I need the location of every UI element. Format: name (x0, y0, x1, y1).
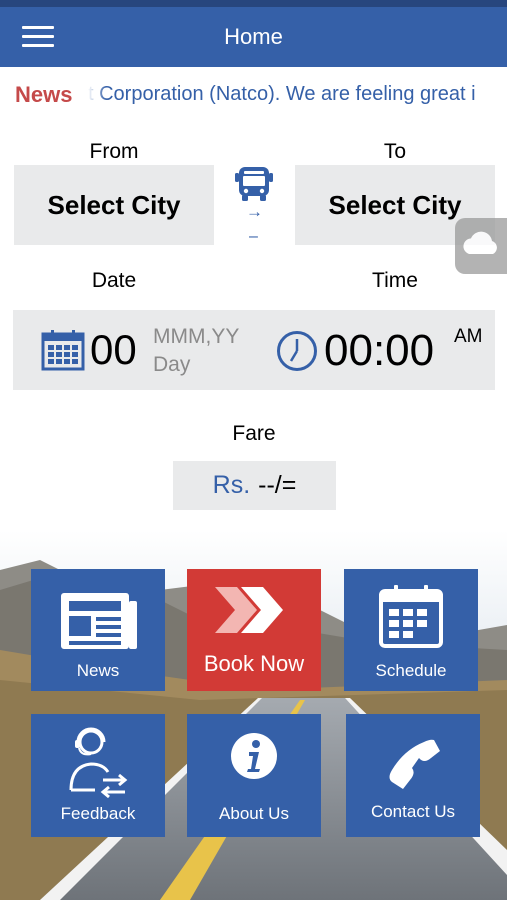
phone-icon (389, 739, 440, 789)
fare-value: --/= (258, 471, 297, 499)
to-label: To (383, 140, 407, 163)
app-header: Home (0, 7, 507, 67)
menu-icon[interactable] (22, 24, 54, 50)
swap-arrow-icon: → (246, 202, 263, 221)
date-weekday[interactable]: Day (153, 353, 190, 377)
news-label: News (15, 82, 73, 107)
about-us-tile-label: About Us (219, 804, 289, 823)
fare-label: Fare (232, 422, 276, 445)
date-month-year[interactable]: MMM,YY (153, 325, 239, 349)
feedback-tile[interactable]: Feedback (31, 714, 165, 837)
from-city-select[interactable]: Select City (14, 165, 214, 245)
news-tile-label: News (76, 661, 120, 680)
contact-us-tile[interactable]: Contact Us (346, 714, 480, 837)
bus-icon[interactable] (232, 164, 276, 204)
dash-mark: – (249, 228, 258, 245)
cloud-floating-button[interactable] (455, 218, 507, 274)
fare-display: Rs. --/= (173, 461, 336, 510)
page-title: Home (224, 24, 283, 49)
about-us-tile[interactable]: About Us (187, 714, 321, 837)
news-ticker-bar: News t Corporation (Natco). We are feeli… (0, 67, 507, 123)
status-strip (0, 0, 507, 7)
newspaper-icon (61, 593, 137, 649)
feedback-tile-label: Feedback (60, 804, 136, 823)
info-icon (231, 733, 277, 779)
time-ampm[interactable]: AM (454, 326, 483, 348)
time-value[interactable]: 00:00 (324, 326, 434, 376)
time-label: Time (372, 269, 418, 292)
calendar-icon[interactable] (41, 329, 85, 371)
clock-icon[interactable] (276, 330, 318, 372)
news-ticker-text[interactable]: t Corporation (Natco). We are feeling gr… (88, 83, 490, 106)
cloud-icon (463, 231, 497, 254)
from-label: From (89, 140, 139, 163)
double-chevron-icon (215, 587, 283, 633)
schedule-tile-label: Schedule (375, 661, 447, 680)
contact-us-tile-label: Contact Us (370, 802, 456, 821)
book-now-tile[interactable]: Book Now (187, 569, 321, 691)
datetime-panel: 00 MMM,YY Day 00:00 AM (13, 310, 495, 390)
schedule-calendar-icon (379, 585, 443, 648)
date-label: Date (91, 269, 137, 292)
schedule-tile[interactable]: Schedule (344, 569, 478, 691)
book-now-label: Book Now (203, 651, 305, 676)
headset-person-icon (69, 727, 128, 799)
fare-currency: Rs. (212, 471, 251, 499)
date-day[interactable]: 00 (90, 326, 137, 374)
news-tile[interactable]: News (31, 569, 165, 691)
